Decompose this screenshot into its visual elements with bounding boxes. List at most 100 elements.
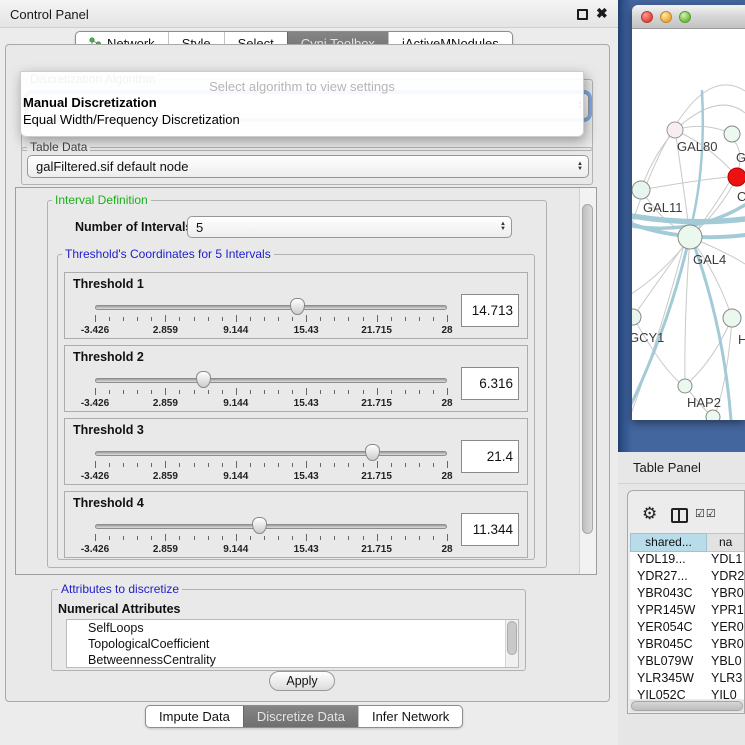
- attribute-list-item[interactable]: SelfLoops: [67, 620, 518, 636]
- horizontal-scrollbar[interactable]: [630, 700, 744, 712]
- table-row[interactable]: YDR27...YDR2: [630, 569, 744, 586]
- tick-mark: [391, 536, 392, 540]
- number-of-intervals-select[interactable]: 5 ▲▼: [187, 216, 512, 238]
- threshold-1-value-field[interactable]: 14.713: [461, 294, 519, 327]
- network-node[interactable]: [632, 309, 641, 325]
- cell-shared-name[interactable]: YLR345W: [630, 671, 707, 688]
- tab-infer-network[interactable]: Infer Network: [358, 706, 462, 727]
- cell-name[interactable]: YBR0: [707, 586, 744, 603]
- threshold-2-value-field[interactable]: 6.316: [461, 367, 519, 400]
- dropdown-item-equal-width[interactable]: Equal Width/Frequency Discretization: [21, 111, 583, 128]
- gear-icon[interactable]: ⚙: [642, 504, 657, 524]
- slider-track[interactable]: [95, 524, 447, 529]
- tick-mark: [405, 463, 406, 467]
- threshold-4-slider[interactable]: -3.4262.8599.14415.4321.71528: [95, 522, 447, 556]
- slider-handle[interactable]: [196, 371, 211, 388]
- cell-name[interactable]: YIL0: [707, 688, 744, 699]
- table-row[interactable]: YBL079WYBL0: [630, 654, 744, 671]
- close-traffic-light[interactable]: [641, 11, 653, 23]
- column-header-name[interactable]: na: [707, 533, 745, 552]
- attribute-list-item[interactable]: BetweennessCentrality: [67, 652, 518, 668]
- cell-shared-name[interactable]: YBR045C: [630, 637, 707, 654]
- network-window-titlebar: [632, 5, 745, 29]
- network-node[interactable]: [678, 225, 702, 249]
- column-header-shared[interactable]: shared...: [630, 533, 707, 552]
- table-panel-title: Table Panel: [633, 460, 701, 475]
- slider-track[interactable]: [95, 305, 447, 310]
- cell-shared-name[interactable]: YIL052C: [630, 688, 707, 699]
- cell-name[interactable]: YLR3: [707, 671, 744, 688]
- table-row[interactable]: YLR345WYLR3: [630, 671, 744, 688]
- dropdown-item-manual-discretization[interactable]: Manual Discretization: [21, 94, 583, 111]
- attributes-group-title: Attributes to discretize: [58, 582, 182, 596]
- cell-shared-name[interactable]: YPR145W: [630, 603, 707, 620]
- minimize-traffic-light[interactable]: [660, 11, 672, 23]
- slider-handle[interactable]: [290, 298, 305, 315]
- tick-mark: [377, 315, 378, 322]
- network-node[interactable]: [706, 410, 720, 420]
- vertical-scrollbar[interactable]: [579, 188, 596, 574]
- network-node[interactable]: [723, 309, 741, 327]
- cell-name[interactable]: YDR2: [707, 569, 744, 586]
- table-row[interactable]: YER054CYER0: [630, 620, 744, 637]
- cell-shared-name[interactable]: YER054C: [630, 620, 707, 637]
- cell-name[interactable]: YPR1: [707, 603, 744, 620]
- list-scrollbar[interactable]: [505, 620, 518, 667]
- table-data-select[interactable]: galFiltered.sif default node ▲▼: [27, 155, 589, 178]
- tick-mark: [306, 315, 307, 322]
- slider-track[interactable]: [95, 378, 447, 383]
- tick-mark: [250, 463, 251, 467]
- cell-name[interactable]: YDL1: [707, 552, 744, 569]
- cell-shared-name[interactable]: YBR043C: [630, 586, 707, 603]
- cell-name[interactable]: YBR0: [707, 637, 744, 654]
- network-node[interactable]: [678, 379, 692, 393]
- tab-discretize-data[interactable]: Discretize Data: [243, 706, 358, 727]
- column-layout-icon[interactable]: [671, 508, 688, 523]
- apply-button[interactable]: Apply: [269, 671, 335, 691]
- list-scrollbar-thumb[interactable]: [507, 621, 517, 655]
- network-node[interactable]: [632, 181, 650, 199]
- close-icon[interactable]: ✖: [596, 5, 608, 22]
- float-window-icon[interactable]: [577, 9, 588, 20]
- network-node[interactable]: [728, 168, 745, 186]
- algorithm-dropdown-popup: Select algorithm to view settings Manual…: [20, 71, 584, 137]
- select-checkboxes-icon[interactable]: ☑☑: [695, 507, 717, 520]
- tick-mark: [194, 390, 195, 394]
- slider-handle[interactable]: [252, 517, 267, 534]
- threshold-4-value-field[interactable]: 11.344: [461, 513, 519, 546]
- horizontal-scrollbar-thumb[interactable]: [631, 701, 743, 711]
- network-node[interactable]: [724, 126, 740, 142]
- threshold-3-value-field[interactable]: 21.4: [461, 440, 519, 473]
- cell-name[interactable]: YER0: [707, 620, 744, 637]
- vertical-scrollbar-thumb[interactable]: [582, 204, 593, 534]
- tick-label: 21.715: [361, 471, 392, 482]
- zoom-traffic-light[interactable]: [679, 11, 691, 23]
- slider-track[interactable]: [95, 451, 447, 456]
- network-node[interactable]: [667, 122, 683, 138]
- threshold-2-slider[interactable]: -3.4262.8599.14415.4321.71528: [95, 376, 447, 410]
- threshold-3-slider[interactable]: -3.4262.8599.14415.4321.71528: [95, 449, 447, 483]
- tick-mark: [236, 388, 237, 395]
- network-canvas[interactable]: GAL80GACGAL11GAL4GCY1HHAP2: [632, 29, 745, 420]
- tick-mark: [95, 388, 96, 395]
- tick-mark: [391, 317, 392, 321]
- tab-impute-data[interactable]: Impute Data: [146, 706, 243, 727]
- cell-shared-name[interactable]: YDR27...: [630, 569, 707, 586]
- cell-shared-name[interactable]: YDL19...: [630, 552, 707, 569]
- table-row[interactable]: YIL052CYIL0: [630, 688, 744, 699]
- threshold-1-slider[interactable]: -3.4262.8599.14415.4321.71528: [95, 303, 447, 337]
- slider-ticks: [95, 388, 447, 396]
- tick-mark: [377, 534, 378, 541]
- slider-handle[interactable]: [365, 444, 380, 461]
- dropdown-hint-item[interactable]: Select algorithm to view settings: [21, 72, 583, 94]
- numerical-attributes-list[interactable]: SelfLoopsTopologicalCoefficientBetweenne…: [66, 619, 519, 668]
- cell-name[interactable]: YBL0: [707, 654, 744, 671]
- table-row[interactable]: YBR043CYBR0: [630, 586, 744, 603]
- threshold-1-label: Threshold 1: [73, 277, 144, 291]
- table-row[interactable]: YDL19...YDL1: [630, 552, 744, 569]
- table-row[interactable]: YPR145WYPR1: [630, 603, 744, 620]
- network-node-label: GCY1: [632, 330, 664, 345]
- table-row[interactable]: YBR045CYBR0: [630, 637, 744, 654]
- cell-shared-name[interactable]: YBL079W: [630, 654, 707, 671]
- attribute-list-item[interactable]: TopologicalCoefficient: [67, 636, 518, 652]
